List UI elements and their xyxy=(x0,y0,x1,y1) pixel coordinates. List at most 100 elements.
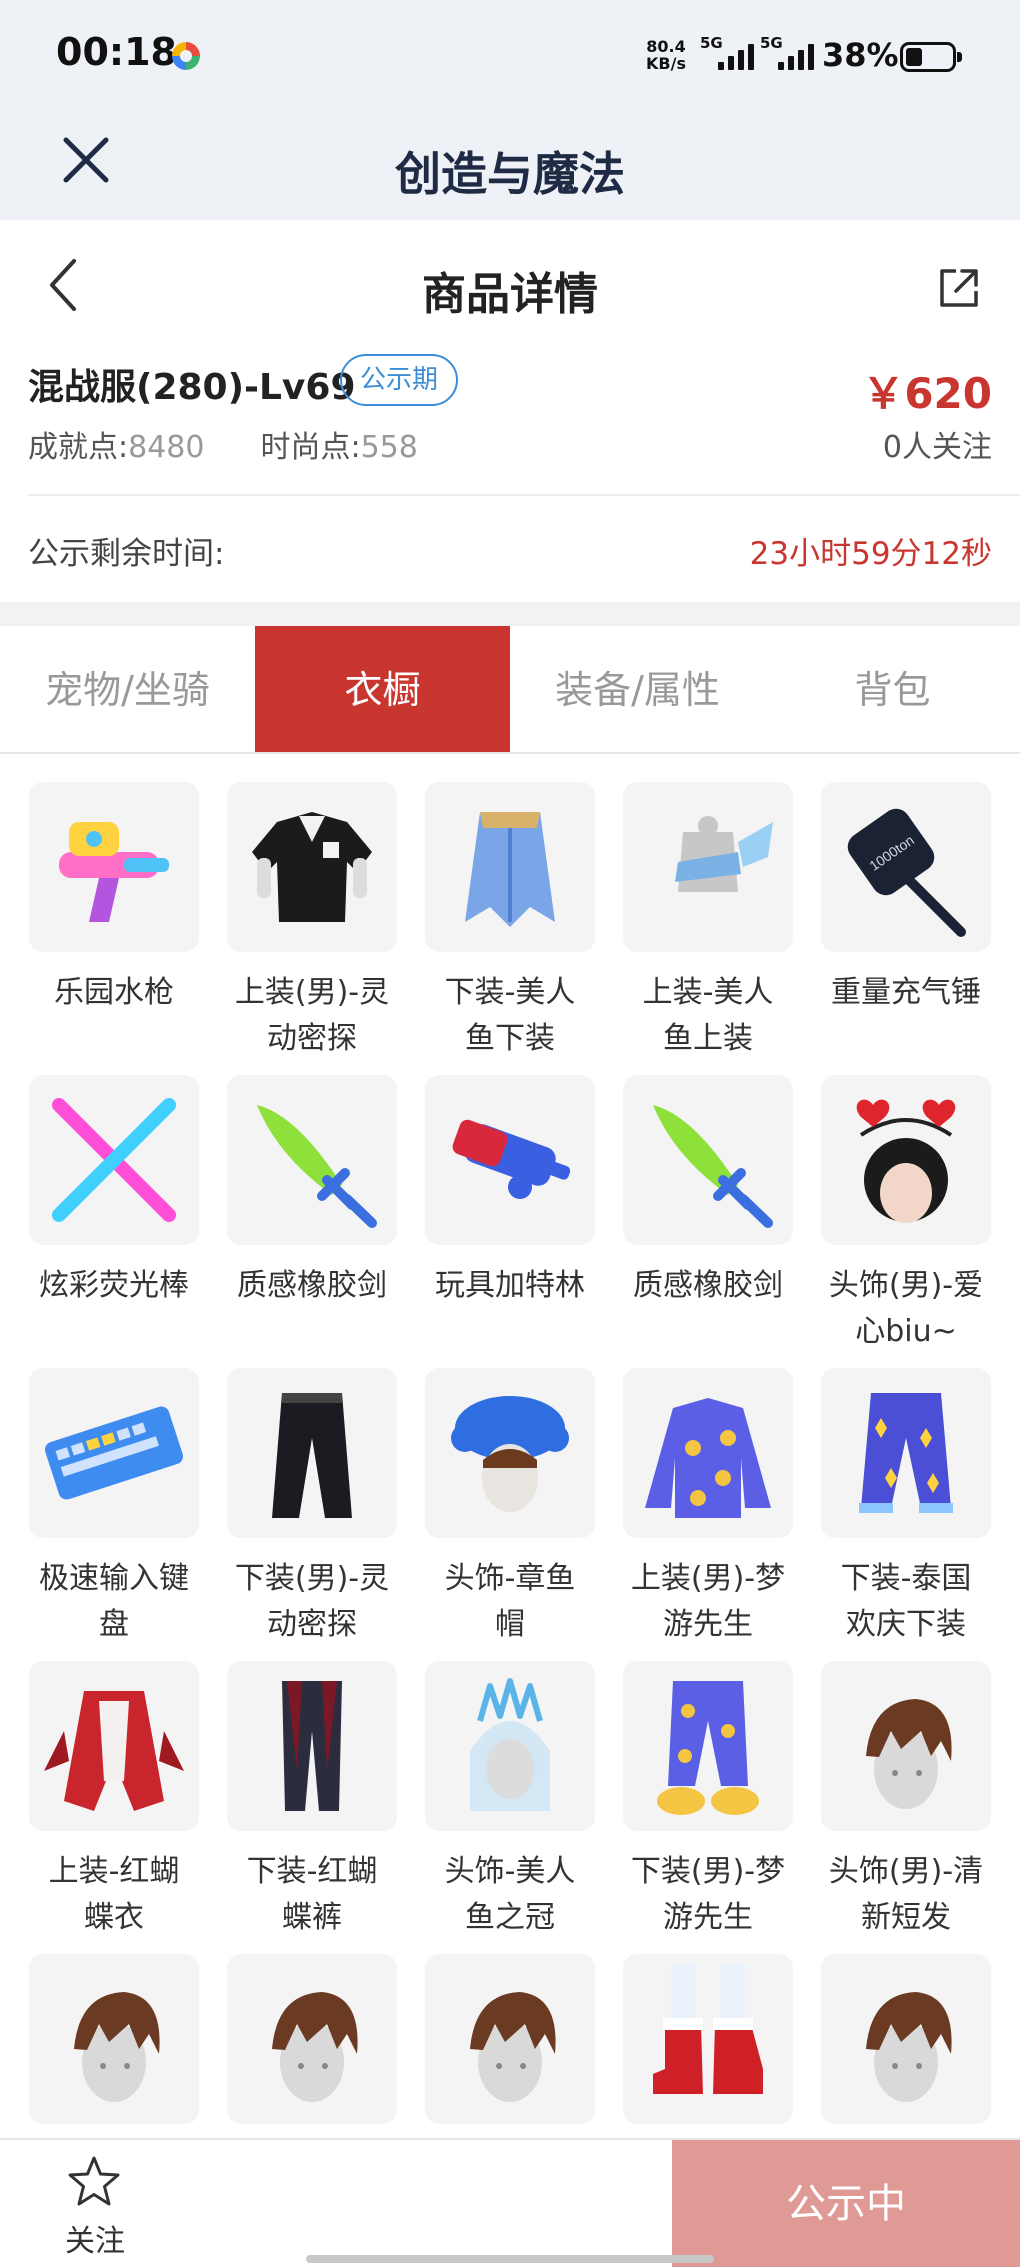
wardrobe-item[interactable]: 头饰-章鱼帽 xyxy=(422,1368,598,1648)
wardrobe-item[interactable]: 下装-红蝴 蝶裤 xyxy=(224,1661,400,1941)
wardrobe-item[interactable]: 质感橡胶剑 xyxy=(620,1075,796,1309)
wardrobe-item[interactable]: 下装-泰国 欢庆下装 xyxy=(818,1368,994,1648)
item-name-line: 游先生 xyxy=(663,1607,753,1642)
wardrobe-item[interactable]: 头饰(男)-爱 心biu~ xyxy=(818,1075,994,1355)
toy-gatling-icon xyxy=(452,1119,571,1199)
item-name-line: 极速输入键 xyxy=(39,1561,189,1596)
wardrobe-item[interactable] xyxy=(26,1954,202,2124)
item-name-line: 上装(男)-灵 xyxy=(234,975,390,1010)
wardrobe-item[interactable]: 头饰-美人 鱼之冠 xyxy=(422,1661,598,1941)
app-title: 创造与魔法 xyxy=(395,147,625,201)
page-nav: 商品详情 xyxy=(0,220,1020,350)
item-name-line: 下装(男)-梦 xyxy=(630,1854,786,1889)
item-thumbnail xyxy=(821,1368,991,1538)
wardrobe-item[interactable]: 极速输入键盘 xyxy=(26,1368,202,1648)
tab-wardrobe[interactable]: 衣橱 xyxy=(255,626,510,752)
fashion-label: 时尚点: xyxy=(260,430,361,465)
pajama-pants-icon xyxy=(657,1681,759,1815)
item-name-line: 乐园水枪 xyxy=(54,975,174,1010)
item-name-line: 盘 xyxy=(99,1607,129,1642)
battery-icon xyxy=(900,42,962,72)
signal-sim1-icon: 5G xyxy=(700,34,766,74)
item-thumbnail xyxy=(227,1954,397,2124)
item-thumbnail xyxy=(623,1368,793,1538)
fashion-value: 558 xyxy=(360,430,418,465)
product-summary: 混战服(280)-Lv69 公示期 ￥620 成就点:8480 时尚点:558 0… xyxy=(0,350,1020,495)
countdown-row: 公示剩余时间: 23小时59分12秒 xyxy=(0,496,1020,602)
item-thumbnail xyxy=(227,1075,397,1245)
item-name-line: 下装-红蝴 xyxy=(246,1854,378,1889)
item-name: 上装-红蝴 蝶衣 xyxy=(26,1849,202,1941)
item-name: 乐园水枪 xyxy=(26,970,202,1016)
tab-backpack[interactable]: 背包 xyxy=(765,626,1020,752)
item-thumbnail xyxy=(425,1075,595,1245)
mermaid-skirt-icon xyxy=(465,812,555,927)
wardrobe-item[interactable]: 下装(男)-梦 游先生 xyxy=(620,1661,796,1941)
rubber-sword-icon xyxy=(653,1105,773,1228)
follow-label: 关注 xyxy=(65,2224,125,2259)
section-separator xyxy=(0,602,1020,626)
wardrobe-item[interactable] xyxy=(620,1954,796,2124)
product-stats: 成就点:8480 时尚点:558 xyxy=(28,422,418,466)
item-thumbnail xyxy=(821,1075,991,1245)
tab-pets-mounts[interactable]: 宠物/坐骑 xyxy=(0,626,255,752)
item-name-line: 鱼下装 xyxy=(465,1021,555,1056)
jacket-icon xyxy=(252,812,372,922)
item-name: 头饰(男)-清 新短发 xyxy=(818,1849,994,1941)
item-name: 极速输入键盘 xyxy=(26,1556,202,1648)
item-name-line: 质感橡胶剑 xyxy=(237,1268,387,1303)
wardrobe-item[interactable] xyxy=(422,1954,598,2124)
countdown-label: 公示剩余时间: xyxy=(28,536,225,572)
follow-button[interactable]: 关注 xyxy=(0,2140,190,2267)
item-name-line: 下装-泰国 xyxy=(840,1561,972,1596)
item-thumbnail xyxy=(29,1075,199,1245)
item-name-line: 头饰-美人 xyxy=(444,1854,576,1889)
item-name: 炫彩荧光棒 xyxy=(26,1263,202,1309)
item-thumbnail xyxy=(821,1954,991,2124)
network-speed: 80.4 KB/s xyxy=(646,37,686,73)
wardrobe-item[interactable]: 上装(男)-梦 游先生 xyxy=(620,1368,796,1648)
item-name-line: 上装(男)-梦 xyxy=(630,1561,786,1596)
wardrobe-item[interactable] xyxy=(224,1954,400,2124)
item-thumbnail xyxy=(821,1661,991,1831)
tab-equipment-attributes[interactable]: 装备/属性 xyxy=(510,626,765,752)
octopus-hat-icon xyxy=(451,1396,569,1512)
status-badge: 公示期 xyxy=(340,354,459,406)
item-name: 下装-红蝴 蝶裤 xyxy=(224,1849,400,1941)
item-name: 上装-美人 鱼上装 xyxy=(620,970,796,1062)
wardrobe-item[interactable] xyxy=(818,1954,994,2124)
item-name: 质感橡胶剑 xyxy=(620,1263,796,1309)
item-name-line: 玩具加特林 xyxy=(435,1268,585,1303)
app-screen: 00:18 80.4 KB/s 5G 5G 38% 创造与魔法 商品详情 混战服… xyxy=(0,0,1020,2267)
wardrobe-item[interactable]: 质感橡胶剑 xyxy=(224,1075,400,1309)
wardrobe-item[interactable]: 上装-美人 鱼上装 xyxy=(620,782,796,1062)
pajama-top-icon xyxy=(645,1398,771,1518)
item-name-line: 上装-红蝴 xyxy=(48,1854,180,1889)
wardrobe-item[interactable]: 玩具加特林 xyxy=(422,1075,598,1309)
wardrobe-item[interactable]: 炫彩荧光棒 xyxy=(26,1075,202,1309)
app-header: 创造与魔法 xyxy=(0,110,1020,220)
wardrobe-item[interactable]: 上装-红蝴 蝶衣 xyxy=(26,1661,202,1941)
item-thumbnail xyxy=(29,782,199,952)
wardrobe-item[interactable]: 上装(男)-灵 动密探 xyxy=(224,782,400,1062)
item-name-line: 重量充气锤 xyxy=(831,975,981,1010)
wardrobe-item[interactable]: 下装(男)-灵 动密探 xyxy=(224,1368,400,1648)
signal-sim2-icon: 5G xyxy=(760,34,826,74)
item-name: 头饰(男)-爱 心biu~ xyxy=(818,1263,994,1355)
share-button[interactable] xyxy=(936,265,982,311)
wardrobe-item[interactable]: 头饰(男)-清 新短发 xyxy=(818,1661,994,1941)
item-thumbnail xyxy=(623,782,793,952)
wardrobe-item[interactable]: 1000ton 重量充气锤 xyxy=(818,782,994,1016)
item-thumbnail xyxy=(425,1368,595,1538)
trousers-icon xyxy=(272,1393,352,1518)
item-name-line: 头饰(男)-清 xyxy=(828,1854,984,1889)
item-thumbnail xyxy=(29,1954,199,2124)
wardrobe-item[interactable]: 乐园水枪 xyxy=(26,782,202,1016)
wardrobe-item[interactable]: 下装-美人 鱼下装 xyxy=(422,782,598,1062)
achievement-label: 成就点: xyxy=(28,430,129,465)
item-name: 玩具加特林 xyxy=(422,1263,598,1309)
item-name-line: 头饰(男)-爱 xyxy=(828,1268,984,1303)
share-icon xyxy=(940,269,978,307)
publicity-status-button[interactable]: 公示中 xyxy=(672,2140,1020,2267)
item-name: 下装(男)-梦 游先生 xyxy=(620,1849,796,1941)
